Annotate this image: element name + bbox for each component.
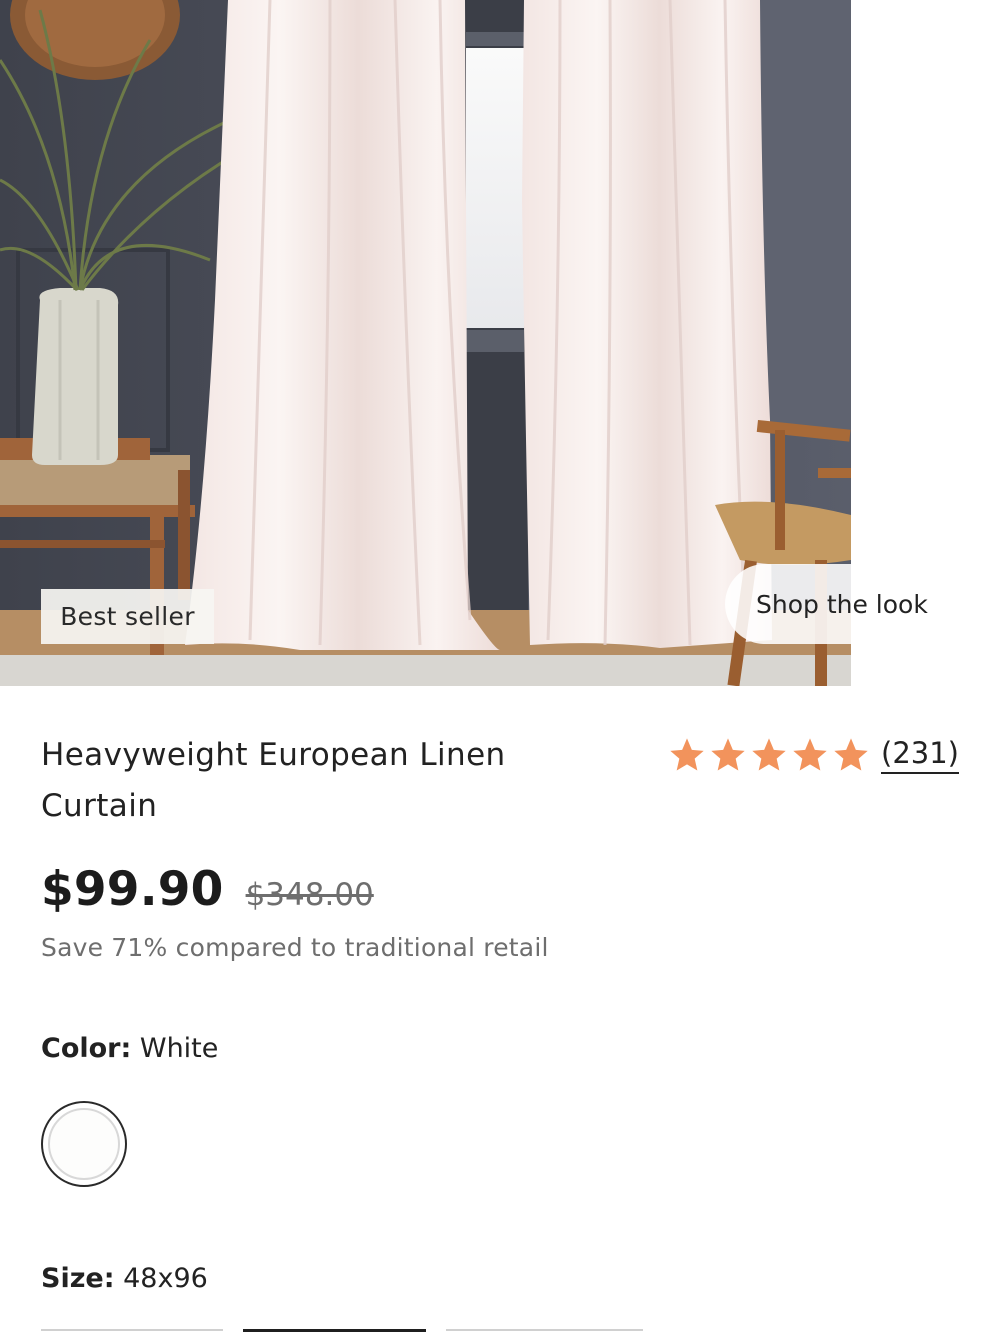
shop-the-look-button[interactable]: Shop the look — [725, 564, 1000, 644]
star-icon — [670, 738, 704, 771]
size-option[interactable] — [446, 1329, 643, 1335]
compare-price: $348.00 — [245, 877, 374, 913]
size-value: 48x96 — [123, 1263, 208, 1294]
product-image[interactable]: Best seller — [0, 0, 851, 686]
star-icon — [834, 738, 868, 771]
sale-price: $99.90 — [41, 862, 224, 917]
swatch-fill — [48, 1108, 120, 1180]
color-selector-label: Color: White — [41, 1033, 218, 1064]
color-label: Color: — [41, 1033, 132, 1064]
size-selector-label: Size: 48x96 — [41, 1263, 208, 1294]
best-seller-badge: Best seller — [41, 589, 214, 644]
size-option[interactable] — [41, 1329, 223, 1335]
size-label: Size: — [41, 1263, 115, 1294]
savings-text: Save 71% compared to traditional retail — [41, 933, 549, 962]
star-icon — [793, 738, 827, 771]
price-row: $99.90 $348.00 — [41, 862, 374, 917]
product-rating[interactable]: (231) — [667, 733, 959, 777]
curtain-scene-illustration — [0, 0, 851, 686]
color-swatch-white[interactable] — [41, 1101, 127, 1187]
review-count-link[interactable]: (231) — [881, 736, 959, 774]
star-rating — [667, 735, 871, 775]
star-icon — [752, 738, 786, 771]
product-title: Heavyweight European Linen Curtain — [41, 737, 506, 824]
star-icon — [711, 738, 745, 771]
color-value: White — [139, 1033, 219, 1064]
